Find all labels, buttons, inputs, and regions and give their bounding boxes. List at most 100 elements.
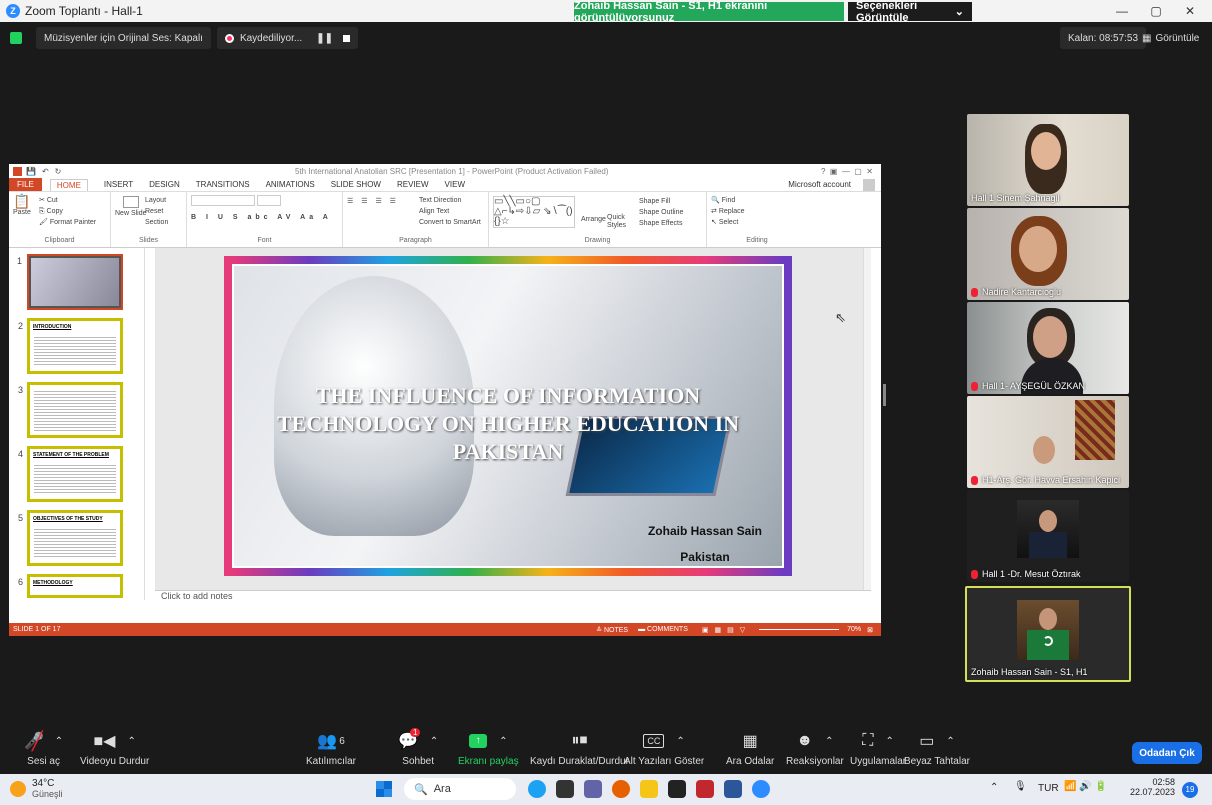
minimize-button[interactable]: — (1106, 0, 1138, 22)
slide-author-block[interactable]: Zohaib Hassan Sain Pakistan (648, 518, 762, 570)
ppt-tab-review[interactable]: REVIEW (397, 180, 429, 189)
slide-thumb-4[interactable]: 4 STATEMENT OF THE PROBLEM (18, 446, 123, 502)
account-avatar-icon[interactable] (863, 178, 875, 191)
shape-effects-button[interactable]: Shape Effects (639, 218, 682, 229)
view-mode-icons[interactable]: ▣▦▤▽ (702, 626, 751, 634)
participant-video-6-active-speaker[interactable]: Zohaib Hassan Sain - S1, H1 (965, 586, 1131, 682)
original-sound-chip[interactable]: Müzisyenler için Orijinal Ses: Kapalı (36, 27, 211, 49)
ppt-tab-file[interactable]: FILE (9, 178, 42, 191)
taskbar-app-creative-icon[interactable] (668, 780, 686, 798)
tray-mic-icon[interactable]: 🎙 (1014, 781, 1027, 792)
notes-toggle[interactable]: ≙ NOTES (596, 626, 628, 634)
slide-thumb-5[interactable]: 5 OBJECTIVES OF THE STUDY (18, 510, 123, 566)
panel-splitter[interactable] (883, 384, 886, 406)
quick-styles-button[interactable]: Quick Styles (607, 214, 629, 230)
taskbar-app-zoom-icon[interactable] (752, 780, 770, 798)
slide-thumbnails-pane[interactable]: 1 2 INTRODUCTION 3 4 STATEMENT OF THE PR… (9, 248, 145, 600)
reactions-button[interactable]: ☻ ⌃ Reaksiyonlar (786, 730, 844, 767)
select-button[interactable]: ↖ Select (711, 217, 803, 228)
slide-thumb-6[interactable]: 6 METHODOLOGY (18, 574, 123, 598)
ppt-tab-slideshow[interactable]: SLIDE SHOW (331, 180, 381, 189)
font-size-dropdown[interactable] (256, 195, 281, 206)
weather-widget[interactable]: 34°C Güneşli (10, 778, 63, 799)
ppt-tab-animations[interactable]: ANIMATIONS (266, 180, 315, 189)
ppt-save-icon[interactable]: 💾 (26, 167, 36, 176)
slide-thumb-1[interactable]: 1 (17, 254, 123, 310)
convert-smartart-button[interactable]: Convert to SmartArt (419, 217, 484, 228)
unmute-button[interactable]: 🎤 ╱ ⌃ Sesi aç (24, 730, 63, 768)
slide-thumb-2[interactable]: 2 INTRODUCTION (18, 318, 123, 374)
stop-video-button[interactable]: ■◀ ⌃ Videoyu Durdur (80, 730, 149, 767)
font-name-dropdown[interactable] (191, 195, 255, 206)
paste-button[interactable]: 📋 Paste (13, 194, 31, 218)
new-slide-button[interactable]: New Slide (115, 196, 147, 219)
layout-button[interactable]: Layout (145, 195, 182, 206)
maximize-button[interactable]: ▢ (1140, 0, 1172, 22)
arrange-button[interactable]: Arrange (581, 214, 606, 225)
replace-button[interactable]: ⇄ Replace (711, 206, 803, 217)
taskbar-app-firefox-icon[interactable] (612, 780, 630, 798)
apps-button[interactable]: ⛶ ⌃ Uygulamalar (850, 730, 906, 767)
taskbar-app-word-icon[interactable] (724, 780, 742, 798)
shapes-gallery[interactable]: ▭╲╲▭○▢ △⌐↳⇨⇩▱ ⇘∖⁀(){}☆ (493, 196, 575, 228)
ppt-account[interactable]: Microsoft account (788, 180, 851, 189)
taskbar-app-explorer-icon[interactable] (640, 780, 658, 798)
cut-button[interactable]: ✂ Cut (39, 195, 106, 206)
format-painter-button[interactable]: 🖌 Format Painter (39, 217, 106, 228)
comments-toggle[interactable]: ▬ COMMENTS (638, 626, 688, 633)
notes-pane[interactable]: Click to add notes (155, 590, 871, 604)
find-button[interactable]: 🔍 Find (711, 195, 803, 206)
current-slide[interactable]: THE INFLUENCE OF INFORMATION TECHNOLOGY … (224, 256, 792, 576)
taskbar-app-taskview-icon[interactable] (556, 780, 574, 798)
whiteboards-button[interactable]: ▭ ⌃ Beyaz Tahtalar (904, 730, 970, 767)
slide-thumb-3[interactable]: 3 (18, 382, 123, 438)
copy-button[interactable]: ⎘ Copy (39, 206, 106, 217)
leave-meeting-button[interactable]: Odadan Çık (1132, 742, 1202, 764)
ppt-tab-view[interactable]: VIEW (445, 180, 465, 189)
input-language[interactable]: TUR (1038, 783, 1059, 794)
close-button[interactable]: ✕ (1174, 0, 1206, 22)
vertical-scrollbar[interactable] (863, 248, 871, 590)
ppt-tab-design[interactable]: DESIGN (149, 180, 180, 189)
windows-start-icon[interactable] (376, 781, 392, 797)
shield-icon[interactable] (10, 32, 22, 44)
reset-button[interactable]: Reset (145, 206, 182, 217)
chat-button[interactable]: 💬 1 ⌃ Sohbet (398, 728, 438, 767)
section-button[interactable]: Section (145, 217, 182, 228)
font-format-buttons[interactable]: B I U S abc AV Aa A (191, 212, 338, 223)
breakout-rooms-button[interactable]: ▦ Ara Odalar (726, 730, 774, 767)
share-screen-button[interactable]: ↑ ⌃ Ekranı paylaş (458, 730, 519, 767)
taskbar-app-pdf-icon[interactable] (696, 780, 714, 798)
ppt-tab-insert[interactable]: INSERT (104, 180, 133, 189)
participant-video-4[interactable]: H1-Arş. Gör. Havva Ersahin Kapici (967, 396, 1129, 488)
text-direction-button[interactable]: Text Direction (419, 195, 484, 206)
ppt-tab-transitions[interactable]: TRANSITIONS (196, 180, 250, 189)
ppt-undo-icon[interactable]: ↶ (42, 167, 49, 176)
pause-icon[interactable]: ❚❚ (316, 33, 333, 44)
slide-editing-area[interactable]: THE INFLUENCE OF INFORMATION TECHNOLOGY … (155, 248, 871, 590)
participant-video-2[interactable]: Nadire Kantarcioglu (967, 208, 1129, 300)
paragraph-align-icons[interactable]: ☰ ☰ ☰ ☰ (347, 196, 399, 207)
taskbar-search[interactable]: 🔍 Ara (404, 778, 516, 800)
participant-video-3[interactable]: Hall 1- AYŞEGÜL ÖZKAN (967, 302, 1129, 394)
ppt-redo-icon[interactable]: ↻ (55, 167, 62, 176)
shape-fill-button[interactable]: Shape Fill (639, 196, 670, 207)
participant-video-1[interactable]: Hall 1 Sinem Şahnagil (967, 114, 1129, 206)
zoom-slider[interactable] (759, 629, 840, 630)
view-options-button[interactable]: Seçenekleri Görüntüle ⌄ (848, 0, 972, 24)
tray-network-sound-battery-icons[interactable]: 📶 🔊 🔋 (1064, 781, 1107, 792)
tray-clock[interactable]: 02:58 22.07.2023 (1130, 777, 1175, 797)
captions-button[interactable]: CC ⌃ Alt Yazıları Göster (624, 730, 704, 767)
align-text-button[interactable]: Align Text (419, 206, 484, 217)
ppt-window-controls[interactable]: ? ▣ — ▢ ✕ (821, 167, 873, 176)
slide-title[interactable]: THE INFLUENCE OF INFORMATION TECHNOLOGY … (232, 382, 784, 466)
participants-button[interactable]: 👥 6 Katılımcılar (306, 730, 356, 767)
taskbar-app-teams-icon[interactable] (584, 780, 602, 798)
tray-chevron-icon[interactable]: ⌃ (990, 782, 998, 793)
stop-icon[interactable] (342, 34, 350, 42)
notification-badge[interactable]: 19 (1182, 782, 1198, 798)
participant-video-5[interactable]: Hall 1 -Dr. Mesut Öztırak (967, 490, 1129, 582)
ppt-tab-home[interactable]: HOME (49, 178, 88, 191)
pause-stop-recording-button[interactable]: ⏸⏹ Kaydı Duraklat/Durdur (530, 730, 629, 767)
recording-chip[interactable]: Kaydediliyor... ❚❚ (216, 27, 358, 49)
